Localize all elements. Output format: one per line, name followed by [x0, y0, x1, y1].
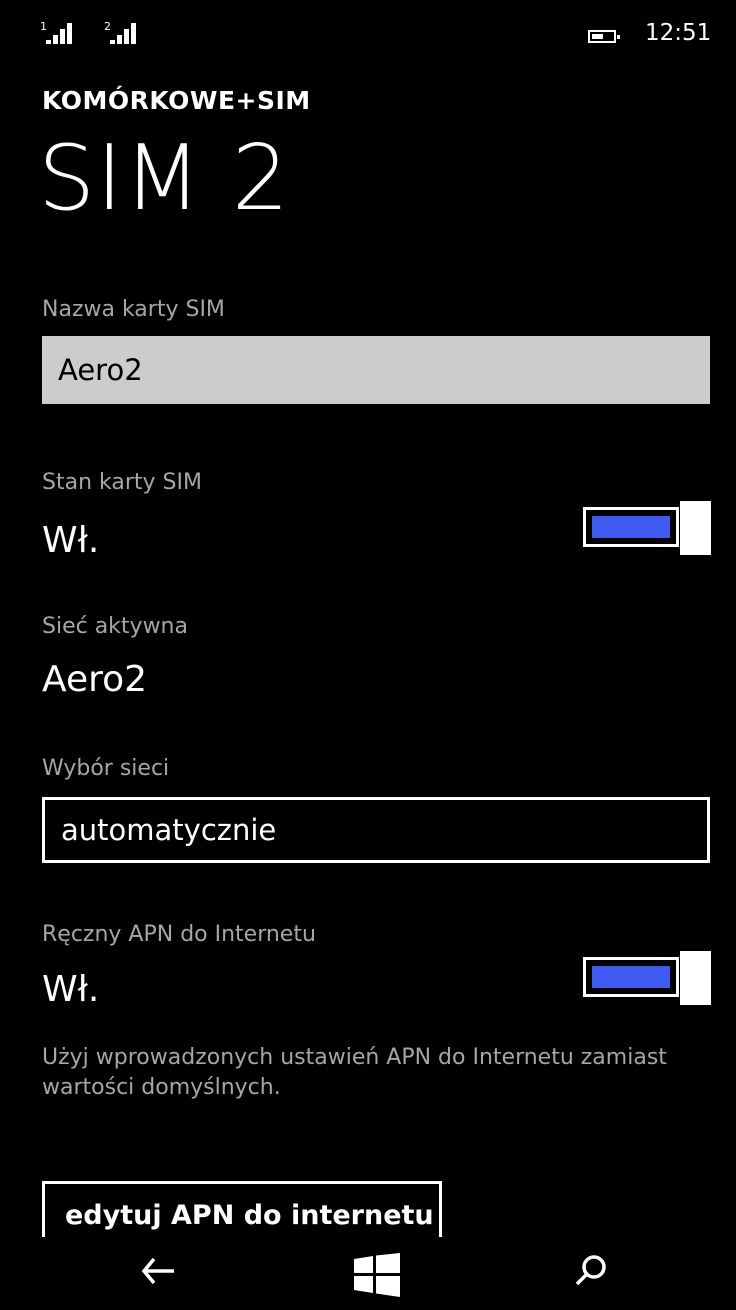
- search-icon[interactable]: [571, 1251, 611, 1291]
- network-selection-select[interactable]: automatycznie: [42, 797, 710, 863]
- page-title: SIM 2: [38, 126, 291, 231]
- active-network-label: Sieć aktywna: [42, 614, 188, 639]
- navigation-bar: [0, 1237, 736, 1310]
- sim-state-label: Stan karty SIM: [42, 470, 202, 495]
- manual-apn-toggle[interactable]: [583, 951, 711, 1005]
- back-arrow-icon[interactable]: [140, 1251, 190, 1291]
- sim-name-input[interactable]: Aero2: [42, 336, 710, 404]
- status-time: 12:51: [645, 20, 712, 46]
- manual-apn-description: Użyj wprowadzonych ustawień APN do Inter…: [42, 1045, 667, 1100]
- network-selection-label: Wybór sieci: [42, 756, 170, 781]
- sim-state-toggle[interactable]: [583, 501, 711, 555]
- edit-apn-button[interactable]: edytuj APN do internetu: [42, 1181, 442, 1239]
- windows-logo-icon[interactable]: [354, 1253, 400, 1297]
- manual-apn-value: Wł.: [42, 969, 100, 1010]
- manual-apn-label: Ręczny APN do Internetu: [42, 922, 316, 947]
- sim-name-label: Nazwa karty SIM: [42, 297, 225, 322]
- sim-state-value: Wł.: [42, 520, 100, 561]
- battery-icon: [588, 30, 620, 43]
- active-network-value: Aero2: [42, 659, 148, 700]
- section-label: KOMÓRKOWE+SIM: [42, 86, 311, 115]
